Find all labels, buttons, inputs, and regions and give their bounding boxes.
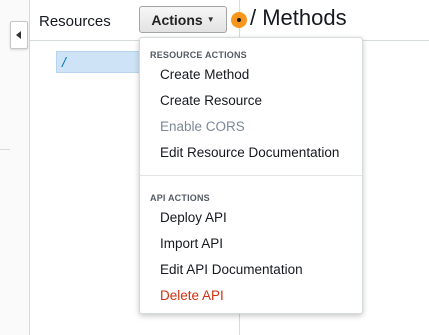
menu-item-import-api[interactable]: Import API bbox=[160, 236, 223, 251]
left-collapse-strip bbox=[0, 0, 30, 335]
menu-item-edit-resource-documentation[interactable]: Edit Resource Documentation bbox=[160, 145, 339, 160]
resources-title: Resources bbox=[39, 13, 111, 30]
resource-tree-item-label: / bbox=[62, 54, 66, 70]
section-header-api-actions: API ACTIONS bbox=[150, 193, 210, 203]
actions-button[interactable]: Actions ▼ bbox=[139, 6, 227, 33]
menu-item-deploy-api[interactable]: Deploy API bbox=[160, 210, 227, 225]
methods-title: / Methods bbox=[250, 5, 347, 30]
menu-item-edit-api-documentation[interactable]: Edit API Documentation bbox=[160, 262, 303, 277]
caret-down-icon: ▼ bbox=[206, 15, 215, 24]
strip-divider bbox=[0, 149, 10, 150]
menu-item-create-method[interactable]: Create Method bbox=[160, 67, 249, 82]
menu-item-delete-api[interactable]: Delete API bbox=[160, 288, 224, 303]
actions-button-label: Actions bbox=[151, 11, 203, 28]
menu-divider bbox=[140, 175, 362, 176]
menu-item-create-resource[interactable]: Create Resource bbox=[160, 93, 262, 108]
actions-dropdown-menu: RESOURCE ACTIONS Create Method Create Re… bbox=[139, 37, 363, 314]
chevron-left-icon bbox=[16, 31, 22, 39]
menu-item-enable-cors: Enable CORS bbox=[160, 119, 245, 134]
collapse-panel-button[interactable] bbox=[10, 21, 28, 49]
orange-dot-icon bbox=[231, 12, 247, 28]
section-header-resource-actions: RESOURCE ACTIONS bbox=[150, 50, 247, 60]
